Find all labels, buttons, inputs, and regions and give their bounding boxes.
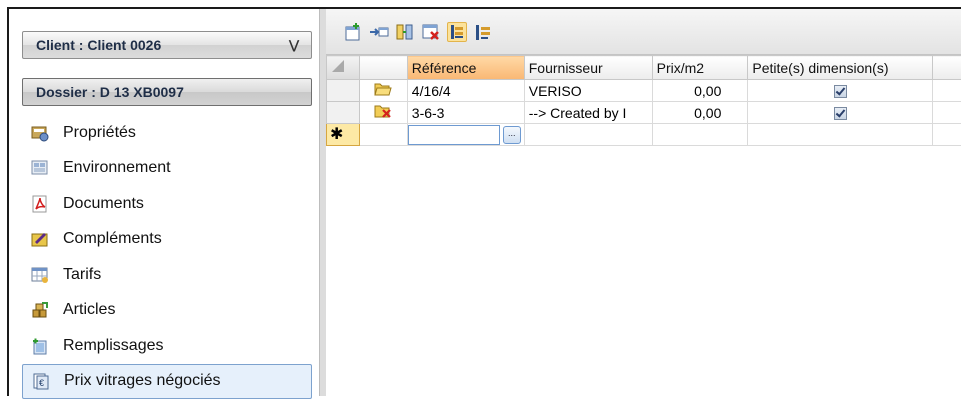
sidebar-item-tarifs[interactable]: Tarifs (22, 257, 312, 293)
pdf-document-icon (31, 195, 49, 213)
new-row-prix[interactable] (652, 124, 748, 146)
column-header-filler (933, 56, 961, 80)
sidebar-item-complements[interactable]: Compléments (22, 222, 312, 258)
cell-fournisseur[interactable]: VERISO (524, 80, 652, 102)
add-row-icon[interactable] (343, 22, 363, 42)
cell-petite-dimension[interactable] (748, 102, 933, 124)
filter-icon[interactable] (447, 22, 467, 42)
new-row-filler (933, 124, 961, 146)
row-folder-cell (359, 102, 407, 124)
sidebar-item-label: Tarifs (63, 266, 101, 284)
left-panel: Client : Client 0026 ⋁ Dossier : D 13 XB… (9, 9, 319, 396)
environment-icon (31, 159, 49, 177)
new-row-icon-cell (359, 124, 407, 146)
sidebar-nav: Propriétés Environnement Documents Compl… (22, 115, 312, 399)
tariffs-icon (31, 266, 49, 284)
sidebar-item-prix-vitrages-negocies[interactable]: € Prix vitrages négociés (22, 364, 312, 399)
table-row[interactable]: 4/16/4 VERISO 0,00 (327, 80, 961, 102)
sidebar-item-label: Environnement (63, 159, 171, 177)
properties-icon (31, 124, 49, 142)
sidebar-item-label: Documents (63, 195, 144, 213)
grid-toolbar (326, 9, 961, 55)
complements-icon (31, 230, 49, 248)
column-header-prix-m2[interactable]: Prix/m2 (652, 56, 748, 80)
client-header[interactable]: Client : Client 0026 ⋁ (22, 31, 312, 59)
sidebar-item-label: Prix vitrages négociés (64, 372, 221, 390)
sidebar-item-remplissages[interactable]: Remplissages (22, 328, 312, 364)
dossier-header-label: Dossier : D 13 XB0097 (36, 84, 184, 100)
sidebar-item-environnement[interactable]: Environnement (22, 151, 312, 187)
checkbox-checked[interactable] (834, 85, 847, 98)
client-header-label: Client : Client 0026 (36, 37, 161, 53)
checkbox-checked[interactable] (834, 107, 847, 120)
new-row-fournisseur[interactable] (524, 124, 652, 146)
right-panel: Référence Fournisseur Prix/m2 Petite(s) … (326, 9, 961, 396)
new-row-header[interactable]: ✱ (327, 124, 360, 146)
insert-icon[interactable] (369, 22, 389, 42)
cell-filler (933, 102, 961, 124)
sidebar-item-documents[interactable]: Documents (22, 186, 312, 222)
table-row[interactable]: 3-6-3 --> Created by I 0,00 (327, 102, 961, 124)
new-row-petite[interactable] (748, 124, 933, 146)
folder-open-icon (374, 82, 392, 96)
cell-prix[interactable]: 0,00 (652, 80, 748, 102)
icon-column-header (359, 56, 407, 80)
svg-text:€: € (39, 378, 44, 388)
row-header[interactable] (327, 80, 360, 102)
folder-delete-icon (374, 104, 392, 118)
sidebar-item-label: Propriétés (63, 124, 136, 142)
row-folder-cell (359, 80, 407, 102)
columns-icon[interactable] (395, 22, 415, 42)
sidebar-item-label: Compléments (63, 230, 162, 248)
reference-input[interactable] (408, 125, 500, 145)
column-header-fournisseur[interactable]: Fournisseur (524, 56, 652, 80)
grid-header-row: Référence Fournisseur Prix/m2 Petite(s) … (327, 56, 961, 80)
cell-prix[interactable]: 0,00 (652, 102, 748, 124)
sidebar-item-articles[interactable]: Articles (22, 293, 312, 329)
cell-petite-dimension[interactable] (748, 80, 933, 102)
cell-reference[interactable]: 4/16/4 (407, 80, 524, 102)
column-header-reference[interactable]: Référence (407, 56, 524, 80)
new-row-asterisk-icon: ✱ (327, 126, 343, 143)
browse-button[interactable]: ... (503, 126, 521, 144)
column-header-petites-dimensions[interactable]: Petite(s) dimension(s) (748, 56, 933, 80)
sidebar-item-label: Articles (63, 301, 115, 319)
sidebar-item-proprietes[interactable]: Propriétés (22, 115, 312, 151)
cell-reference[interactable]: 3-6-3 (407, 102, 524, 124)
delete-icon[interactable] (421, 22, 441, 42)
sidebar-item-label: Remplissages (63, 337, 163, 355)
cell-fournisseur[interactable]: --> Created by I (524, 102, 652, 124)
cell-filler (933, 80, 961, 102)
negotiated-prices-grid: Référence Fournisseur Prix/m2 Petite(s) … (326, 55, 961, 146)
select-all-corner[interactable] (327, 56, 360, 80)
row-header[interactable] (327, 102, 360, 124)
articles-icon (31, 301, 49, 319)
collapse-chevron-icon[interactable]: ⋁ (289, 32, 299, 58)
sort-icon[interactable] (473, 22, 493, 42)
negotiated-glazing-price-icon: € (32, 372, 50, 390)
fillings-icon (31, 337, 49, 355)
new-row-reference-editor[interactable]: ... (407, 124, 524, 146)
new-row[interactable]: ✱ ... (327, 124, 961, 146)
dossier-header[interactable]: Dossier : D 13 XB0097 (22, 78, 312, 106)
app-frame: Client : Client 0026 ⋁ Dossier : D 13 XB… (7, 7, 961, 396)
